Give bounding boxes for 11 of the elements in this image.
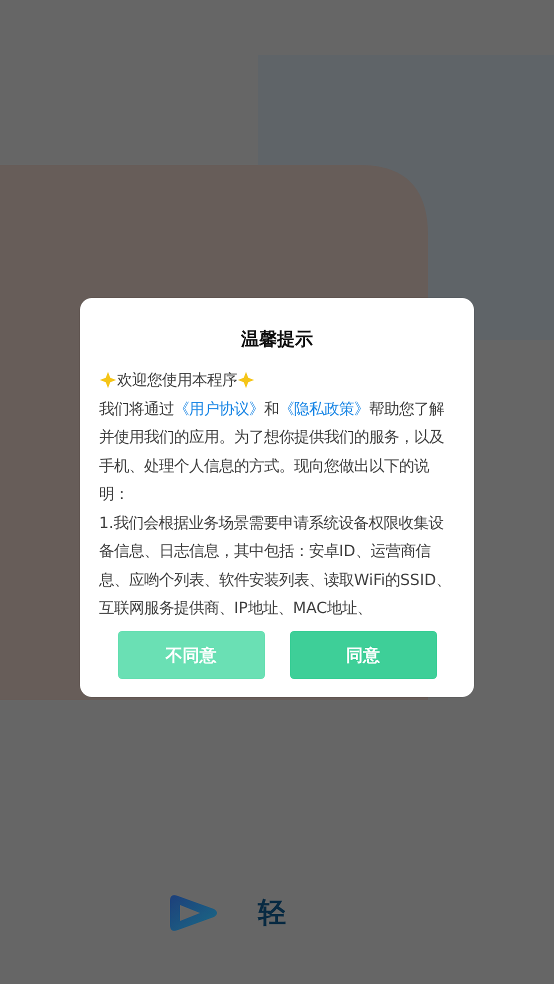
agree-button[interactable]: 同意: [290, 631, 436, 679]
dialog-title: 温馨提示: [240, 328, 314, 352]
star-icon: [99, 371, 117, 390]
policy-link[interactable]: 《用户协议》: [174, 400, 264, 418]
welcome-text: 欢迎您使用本程序: [117, 370, 237, 391]
play-logo-icon: [168, 893, 220, 933]
policy-link[interactable]: 《隐私政策》: [279, 400, 369, 418]
app-name: 轻: [258, 895, 286, 931]
star-icon: [237, 371, 255, 390]
intro-paragraph: 我们将通过《用户协议》和《隐私政策》帮助您了解并使用我们的应用。为了想你提供我们的服务，以及手机、处理个人信息的方式。现向您做出以下的说明：: [99, 398, 445, 505]
body-paragraph: 1.我们会根据业务场景需要申请系统设备权限收集设备信息、日志信息，其中包括：安卓ID、运营商信息、应哟个列表、软件安装列表、读取WiFi的SSID、互联网服务提供商、IP地址、MAC地址、: [99, 512, 452, 617]
